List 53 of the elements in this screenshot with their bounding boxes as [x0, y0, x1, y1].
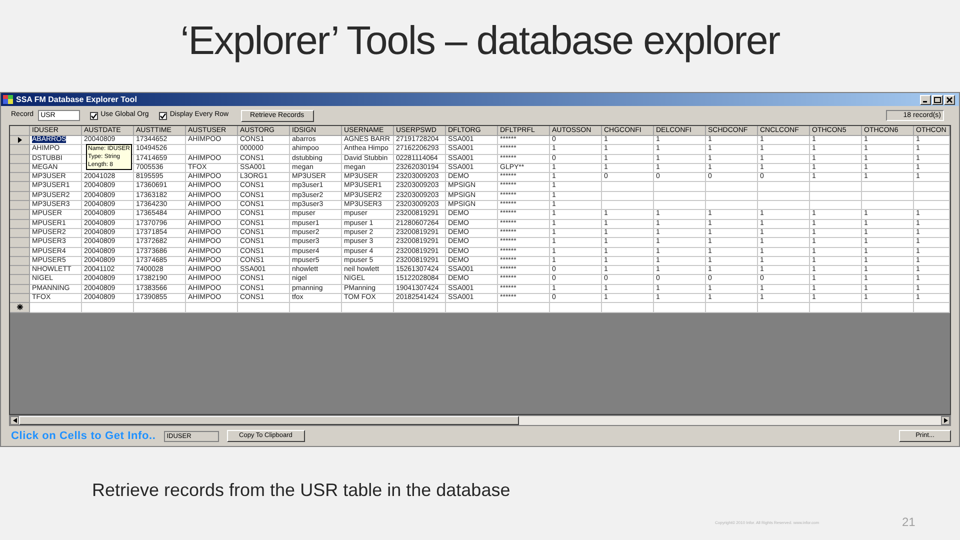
new-row-icon	[16, 304, 22, 310]
slide-caption: Retrieve records from the USR table in the database	[92, 479, 510, 502]
table-cell[interactable]	[446, 303, 498, 313]
window-title: SSA FM Database Explorer Tool	[16, 96, 137, 104]
checkbox[interactable]	[90, 112, 98, 120]
table-cell[interactable]	[602, 182, 654, 192]
table-cell[interactable]	[394, 303, 446, 313]
table-cell[interactable]	[186, 303, 238, 313]
close-icon[interactable]	[944, 94, 955, 104]
table-cell[interactable]	[186, 145, 238, 155]
table-cell[interactable]	[134, 303, 186, 313]
table-cell[interactable]	[862, 303, 914, 313]
minimize-icon[interactable]	[920, 94, 931, 104]
table-cell[interactable]	[82, 303, 134, 313]
table-cell[interactable]	[758, 182, 810, 192]
table-cell[interactable]	[914, 303, 950, 313]
row-header[interactable]	[10, 136, 30, 146]
corner-header	[10, 126, 30, 136]
table-cell[interactable]	[498, 303, 550, 313]
table-cell[interactable]	[810, 303, 862, 313]
table-cell[interactable]	[914, 182, 950, 192]
table-cell[interactable]	[602, 303, 654, 313]
table-cell[interactable]	[342, 303, 394, 313]
current-row-icon	[18, 137, 22, 144]
table-cell[interactable]	[758, 303, 810, 313]
table-cell[interactable]	[810, 201, 862, 210]
table-cell[interactable]	[758, 201, 810, 210]
table-cell[interactable]	[862, 182, 914, 192]
scroll-right-icon[interactable]	[941, 416, 950, 425]
table-cell[interactable]	[654, 303, 706, 313]
table-cell[interactable]	[290, 303, 342, 313]
page-number: 21	[902, 514, 916, 531]
checkbox[interactable]	[158, 112, 167, 120]
status-hint: Click on Cells to Get Info..	[11, 428, 156, 444]
table-cell[interactable]	[30, 303, 82, 313]
scroll-thumb[interactable]	[19, 416, 519, 425]
table-cell[interactable]	[810, 182, 862, 192]
table-cell[interactable]	[914, 201, 950, 210]
table-cell[interactable]	[602, 201, 654, 210]
table-cell[interactable]	[654, 201, 706, 210]
row-header[interactable]	[10, 303, 30, 313]
table-cell[interactable]	[706, 303, 758, 313]
app-icon	[3, 95, 13, 104]
maximize-icon[interactable]	[932, 94, 943, 104]
slide-title: ‘Explorer’ Tools – database explorer	[180, 18, 780, 65]
scroll-left-icon[interactable]	[10, 416, 19, 425]
horizontal-scrollbar[interactable]	[9, 415, 951, 426]
table-cell[interactable]	[706, 201, 758, 210]
table-cell[interactable]	[550, 303, 602, 313]
table-cell[interactable]	[706, 182, 758, 192]
table-cell[interactable]	[238, 303, 290, 313]
table-cell[interactable]	[862, 201, 914, 210]
table-cell[interactable]	[654, 182, 706, 192]
